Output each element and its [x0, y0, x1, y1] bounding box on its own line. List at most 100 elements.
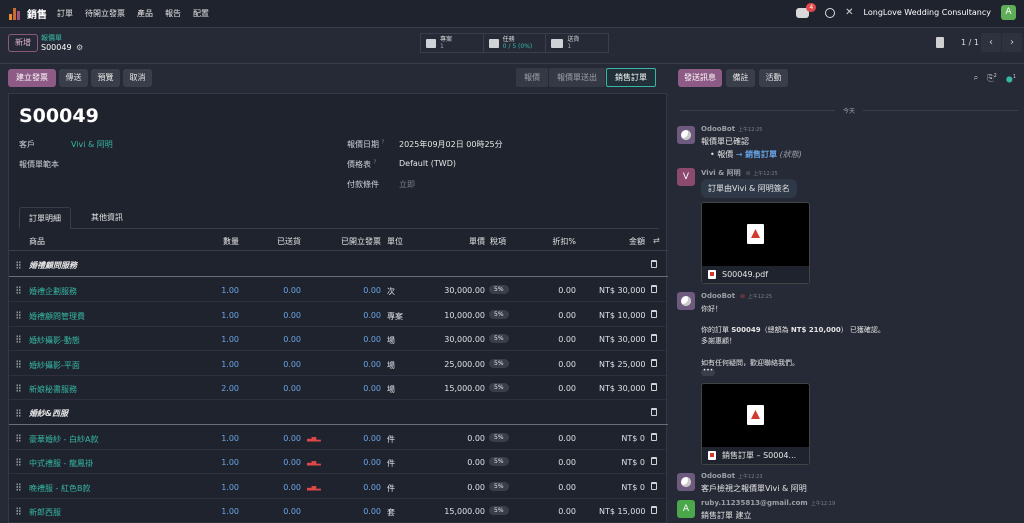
- drag-handle-icon[interactable]: [16, 482, 21, 491]
- qty-cell[interactable]: 1.00: [199, 483, 239, 492]
- breadcrumb-parent[interactable]: 報價單: [41, 33, 62, 43]
- unit-cell[interactable]: 次: [387, 286, 395, 297]
- product-cell[interactable]: 新娘秘書服務: [29, 384, 77, 395]
- unit-cell[interactable]: 件: [387, 434, 395, 445]
- help-icon[interactable]: ?: [382, 139, 385, 145]
- smart-button-delivery[interactable]: 送貨 1: [546, 34, 608, 52]
- log-note-button[interactable]: 備註: [726, 69, 755, 87]
- unit-cell[interactable]: 件: [387, 483, 395, 494]
- trash-icon[interactable]: [651, 285, 657, 293]
- pager-next-button[interactable]: ›: [1002, 33, 1022, 52]
- pricelist-field[interactable]: Default (TWD): [399, 159, 456, 168]
- product-cell[interactable]: 新郎西服: [29, 507, 61, 518]
- col-delivered[interactable]: 已送貨: [259, 236, 301, 247]
- smart-button-tasks[interactable]: 任務 0 / 5 (0%): [484, 34, 547, 52]
- trash-icon[interactable]: [651, 334, 657, 342]
- qty-cell[interactable]: 1.00: [199, 458, 239, 467]
- qty-cell[interactable]: 1.00: [199, 335, 239, 344]
- author-name[interactable]: ruby.11235813@gmail.com: [701, 499, 808, 507]
- trash-icon[interactable]: [651, 260, 657, 268]
- discount-cell[interactable]: 0.00: [539, 434, 576, 443]
- col-qty[interactable]: 數量: [199, 236, 239, 247]
- trash-icon[interactable]: [651, 506, 657, 514]
- product-cell[interactable]: 中式禮服 - 龍鳳褂: [29, 458, 93, 469]
- tax-badge[interactable]: 5%: [489, 506, 509, 515]
- menu-products[interactable]: 產品: [137, 8, 153, 19]
- expand-dots-button[interactable]: •••: [701, 368, 715, 376]
- menu-orders[interactable]: 訂單: [57, 8, 73, 19]
- trash-icon[interactable]: [651, 407, 657, 416]
- table-row[interactable]: 婚禮企劃服務 1.00 0.00 0.00 次 30,000.00 5% 0.00 NT$ 30…: [9, 278, 668, 302]
- delivered-cell[interactable]: 0.00: [259, 360, 301, 369]
- drag-handle-icon[interactable]: [16, 335, 21, 343]
- attachment-icon[interactable]: ⎘2: [987, 73, 997, 84]
- tax-badge[interactable]: 5%: [489, 481, 509, 491]
- tax-badge[interactable]: 5%: [489, 432, 509, 442]
- price-cell[interactable]: 15,000.00: [439, 384, 485, 393]
- qty-cell[interactable]: 1.00: [199, 434, 239, 443]
- message-author[interactable]: ruby.11235813@gmail.com 上午12:19: [701, 499, 835, 507]
- delivered-cell[interactable]: 0.00: [259, 286, 301, 295]
- customer-field[interactable]: Vivi & 阿明: [71, 139, 113, 150]
- trash-icon[interactable]: [651, 457, 657, 465]
- delivered-cell[interactable]: 0.00: [259, 483, 301, 492]
- product-cell[interactable]: 婚禮企劃服務: [29, 286, 77, 297]
- trash-icon[interactable]: [651, 383, 657, 391]
- product-cell[interactable]: 婚紗攝影-平面: [29, 360, 80, 371]
- qty-cell[interactable]: 1.00: [199, 311, 239, 320]
- trash-icon[interactable]: [651, 358, 657, 367]
- tax-badge[interactable]: 5%: [489, 309, 509, 319]
- unit-cell[interactable]: 套: [387, 507, 395, 518]
- avatar[interactable]: [677, 473, 695, 491]
- payment-terms-field[interactable]: 立即: [399, 179, 415, 190]
- author-name[interactable]: Vivi & 阿明: [701, 169, 741, 177]
- product-cell[interactable]: 婚紗攝影-動態: [29, 335, 80, 346]
- col-unit[interactable]: 單位: [387, 236, 403, 247]
- sales-app-icon[interactable]: [9, 7, 21, 20]
- author-name[interactable]: OdooBot: [701, 472, 735, 480]
- message-author[interactable]: Vivi & 阿明 ✉ 上午12:25: [701, 168, 778, 178]
- tab-order-lines[interactable]: 訂單明細: [19, 207, 71, 229]
- followers-icon[interactable]: ●1: [1006, 74, 1016, 84]
- col-tax[interactable]: 稅項: [490, 236, 506, 247]
- menu-configuration[interactable]: 配置: [193, 8, 209, 19]
- delivered-cell[interactable]: 0.00: [259, 335, 301, 344]
- section-row[interactable]: 婚禮顧問服務: [9, 253, 668, 277]
- pager-value[interactable]: 1 / 1: [961, 38, 979, 47]
- company-switcher[interactable]: LongLove Wedding Consultancy: [864, 8, 991, 17]
- drag-handle-icon[interactable]: [16, 384, 21, 392]
- app-name[interactable]: 銷售: [27, 6, 47, 21]
- pdf-attachment[interactable]: 銷售訂單 – S0004...: [701, 383, 810, 465]
- section-title[interactable]: 婚紗&西服: [29, 408, 68, 419]
- tools-icon[interactable]: ✕: [845, 7, 853, 18]
- table-row[interactable]: 晚禮服 - 紅色B款 1.00 0.00 ▃▅▂ 0.00 件 0.00 5% 0.00 NT$ …: [9, 475, 668, 499]
- unit-cell[interactable]: 專案: [387, 311, 403, 322]
- table-row[interactable]: 婚紗攝影-平面 1.00 0.00 0.00 場 25,000.00 5% 0.00 NT$ 2…: [9, 352, 668, 376]
- drag-handle-icon[interactable]: [16, 408, 21, 417]
- table-row[interactable]: 豪華婚紗 - 白紗A款 1.00 0.00 ▃▅▂ 0.00 件 0.00 5% 0.00 NT$…: [9, 426, 668, 450]
- create-invoice-button[interactable]: 建立發票: [8, 69, 56, 87]
- avatar[interactable]: [677, 126, 695, 144]
- stage-quotation-sent[interactable]: 報價單送出: [549, 68, 605, 87]
- unit-cell[interactable]: 件: [387, 458, 395, 469]
- discount-cell[interactable]: 0.00: [539, 483, 576, 492]
- avatar[interactable]: V: [677, 168, 695, 186]
- smart-button-project[interactable]: 專案 1: [421, 34, 484, 52]
- price-cell[interactable]: 15,000.00: [439, 507, 485, 516]
- table-row[interactable]: 婚禮顧問管理費 1.00 0.00 0.00 專案 10,000.00 5% 0.00 NT$ …: [9, 303, 668, 327]
- avatar[interactable]: [677, 292, 695, 310]
- document-icon[interactable]: [936, 37, 944, 48]
- user-avatar[interactable]: A: [1001, 5, 1016, 20]
- col-amount[interactable]: 金額: [599, 236, 645, 247]
- col-discount[interactable]: 折扣%: [539, 236, 576, 247]
- pdf-attachment[interactable]: S00049.pdf: [701, 202, 810, 284]
- price-cell[interactable]: 0.00: [439, 458, 485, 467]
- tax-badge[interactable]: 5%: [489, 457, 509, 466]
- section-row[interactable]: 婚紗&西服: [9, 401, 668, 425]
- unit-cell[interactable]: 場: [387, 384, 395, 395]
- send-button[interactable]: 傳送: [59, 69, 88, 87]
- menu-reporting[interactable]: 報告: [165, 8, 181, 19]
- search-icon[interactable]: ⌕: [974, 73, 978, 83]
- unit-cell[interactable]: 場: [387, 360, 395, 371]
- price-cell[interactable]: 30,000.00: [439, 335, 485, 344]
